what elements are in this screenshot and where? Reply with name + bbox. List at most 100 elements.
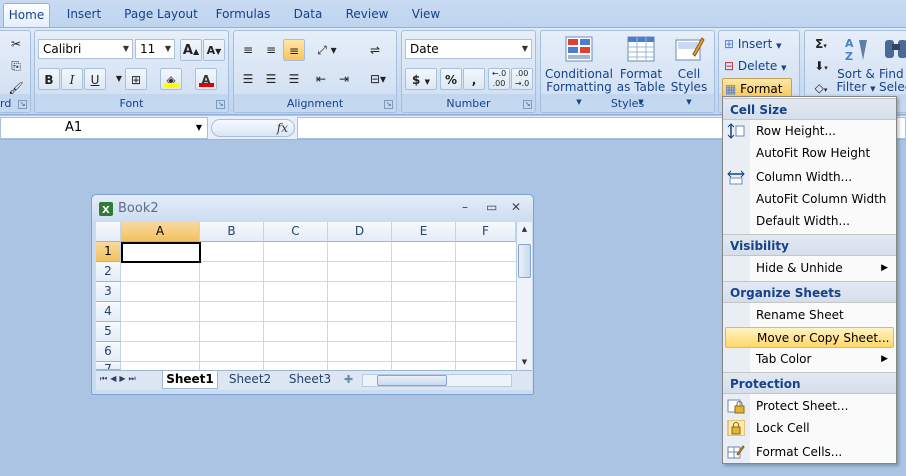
format-cells-button[interactable]: ▦ Format ▼ [722,78,792,115]
tab-view[interactable]: View [403,3,449,27]
font-launcher-icon[interactable]: ↘ [216,100,225,109]
align-middle-icon[interactable]: ≡ [260,39,282,61]
row-header-4[interactable]: 4 [96,302,121,322]
fill-color-button[interactable]: ◈ [160,68,182,90]
menu-item-autofit-column-width[interactable]: AutoFit Column Width [725,189,894,210]
menu-item-autofit-row-height[interactable]: AutoFit Row Height [725,143,894,164]
select-all-corner[interactable] [96,222,121,242]
sort-filter-button[interactable]: AZ Sort & Filter ▼ [835,34,877,96]
underline-button[interactable]: U [84,68,106,90]
autosum-button[interactable]: Σ▾ [808,33,834,55]
grow-font-button[interactable]: A▲ [180,39,202,61]
row-header-1[interactable]: 1 [96,242,121,262]
menu-item-tab-color[interactable]: Tab Color ▶ [725,349,894,370]
comma-button[interactable]: , [463,68,485,90]
fill-icon[interactable]: ⬇▾ [808,55,834,77]
chevron-down-icon[interactable]: ▼ [196,118,202,138]
row-header-7[interactable]: 7 [96,362,121,370]
close-icon[interactable]: ✕ [511,200,521,214]
tab-formulas[interactable]: Formulas [210,3,276,27]
row-header-2[interactable]: 2 [96,262,121,282]
menu-item-protect-sheet[interactable]: Protect Sheet... [725,396,894,417]
tab-review[interactable]: Review [340,3,394,27]
increase-decimal-button[interactable]: ←.0 .00 [488,68,510,90]
number-launcher-icon[interactable]: ↘ [523,100,532,109]
shrink-font-button[interactable]: A▼ [203,39,225,61]
insert-function-area: fx [211,119,295,137]
alignment-launcher-icon[interactable]: ↘ [384,100,393,109]
active-cell-a1[interactable] [121,242,201,263]
column-header-a[interactable]: A [121,222,200,242]
insert-cells-button[interactable]: ⊞ Insert ▼ [722,34,798,54]
row-header-6[interactable]: 6 [96,342,121,362]
sort-label2: Filter ▼ [836,80,876,94]
minimize-icon[interactable]: – [462,200,468,214]
column-header-e[interactable]: E [392,222,456,242]
wrap-text-icon[interactable]: ⇌ [364,39,386,61]
gridline [121,321,516,322]
borders-button[interactable]: ⊞ [125,68,147,90]
scroll-thumb[interactable] [518,244,531,278]
menu-item-format-cells[interactable]: Format Cells... [725,442,894,463]
menu-item-hide-unhide[interactable]: Hide & Unhide ▶ [725,258,894,279]
restore-icon[interactable]: ▭ [486,200,497,214]
increase-indent-icon[interactable]: ⇥ [333,68,355,90]
delete-cells-button[interactable]: ⊟ Delete ▼ [722,56,798,76]
gridline [391,242,392,370]
italic-button[interactable]: I [61,68,83,90]
column-header-f[interactable]: F [456,222,516,242]
currency-button[interactable]: $ ▼ [405,68,437,90]
row-header-3[interactable]: 3 [96,282,121,302]
fx-icon[interactable]: fx [277,120,288,136]
number-format-combo[interactable]: Date ▼ [405,39,532,59]
sheet-tab-sheet3[interactable]: Sheet3 [282,371,338,389]
menu-item-move-copy-sheet[interactable]: Move or Copy Sheet... [725,327,894,348]
tab-data[interactable]: Data [285,3,331,27]
column-header-c[interactable]: C [264,222,328,242]
align-left-icon[interactable]: ☰ [237,68,259,90]
decrease-indent-icon[interactable]: ⇤ [310,68,332,90]
percent-button[interactable]: % [440,68,462,90]
tab-insert[interactable]: Insert [58,3,110,27]
align-right-icon[interactable]: ☰ [283,68,305,90]
row-height-icon [727,123,745,139]
decrease-decimal-button[interactable]: .00 →.0 [511,68,533,90]
menu-item-lock-cell[interactable]: Lock Cell [725,418,894,439]
clipboard-launcher-icon[interactable]: ↘ [18,100,27,109]
font-color-button[interactable]: A [195,68,217,90]
merge-center-icon[interactable]: ⊟▾ [364,68,392,90]
menu-section-visibility: Visibility [723,234,896,256]
column-header-d[interactable]: D [328,222,392,242]
workbook-title: Book2 [118,201,159,216]
bold-button[interactable]: B [38,68,60,90]
scroll-up-icon[interactable]: ▲ [518,223,531,236]
worksheet-grid[interactable]: A B C D E F 1 2 3 4 5 6 7 [96,222,516,370]
insert-sheet-icon[interactable]: ✚ [344,373,353,386]
align-top-icon[interactable]: ≡ [237,39,259,61]
font-size-combo[interactable]: 11 ▼ [135,39,175,59]
copy-icon[interactable]: ⎘ [5,55,27,77]
h-scroll-thumb[interactable] [377,375,447,386]
align-center-icon[interactable]: ☰ [260,68,282,90]
vertical-scrollbar[interactable]: ▲ ▼ [516,222,532,370]
name-box[interactable]: A1 ▼ [0,117,208,139]
row-header-5[interactable]: 5 [96,322,121,342]
find-select-button[interactable]: Find Selec [879,34,906,94]
workbook-title-bar[interactable]: X Book2 – ▭ ✕ [92,195,533,222]
align-bottom-icon[interactable]: ≡ [283,39,305,61]
sheet-tab-sheet2[interactable]: Sheet2 [222,371,278,389]
scroll-down-icon[interactable]: ▼ [518,356,531,369]
tab-home[interactable]: Home [3,3,50,27]
sheet-tab-sheet1[interactable]: Sheet1 [162,371,218,389]
font-name-combo[interactable]: Calibri ▼ [38,39,133,59]
orientation-icon[interactable]: ⤢ ▾ [310,39,344,61]
horizontal-scrollbar[interactable] [362,374,512,387]
sheet-nav-arrows-icon[interactable]: ⏮◀▶⏭ [100,374,139,384]
cut-icon[interactable]: ✂ [5,33,27,55]
menu-item-rename-sheet[interactable]: Rename Sheet [725,305,894,326]
menu-item-column-width[interactable]: Column Width... [725,167,894,188]
menu-item-row-height[interactable]: Row Height... [725,121,894,142]
column-header-b[interactable]: B [200,222,264,242]
menu-item-default-width[interactable]: Default Width... [725,211,894,232]
tab-page-layout[interactable]: Page Layout [120,3,202,27]
